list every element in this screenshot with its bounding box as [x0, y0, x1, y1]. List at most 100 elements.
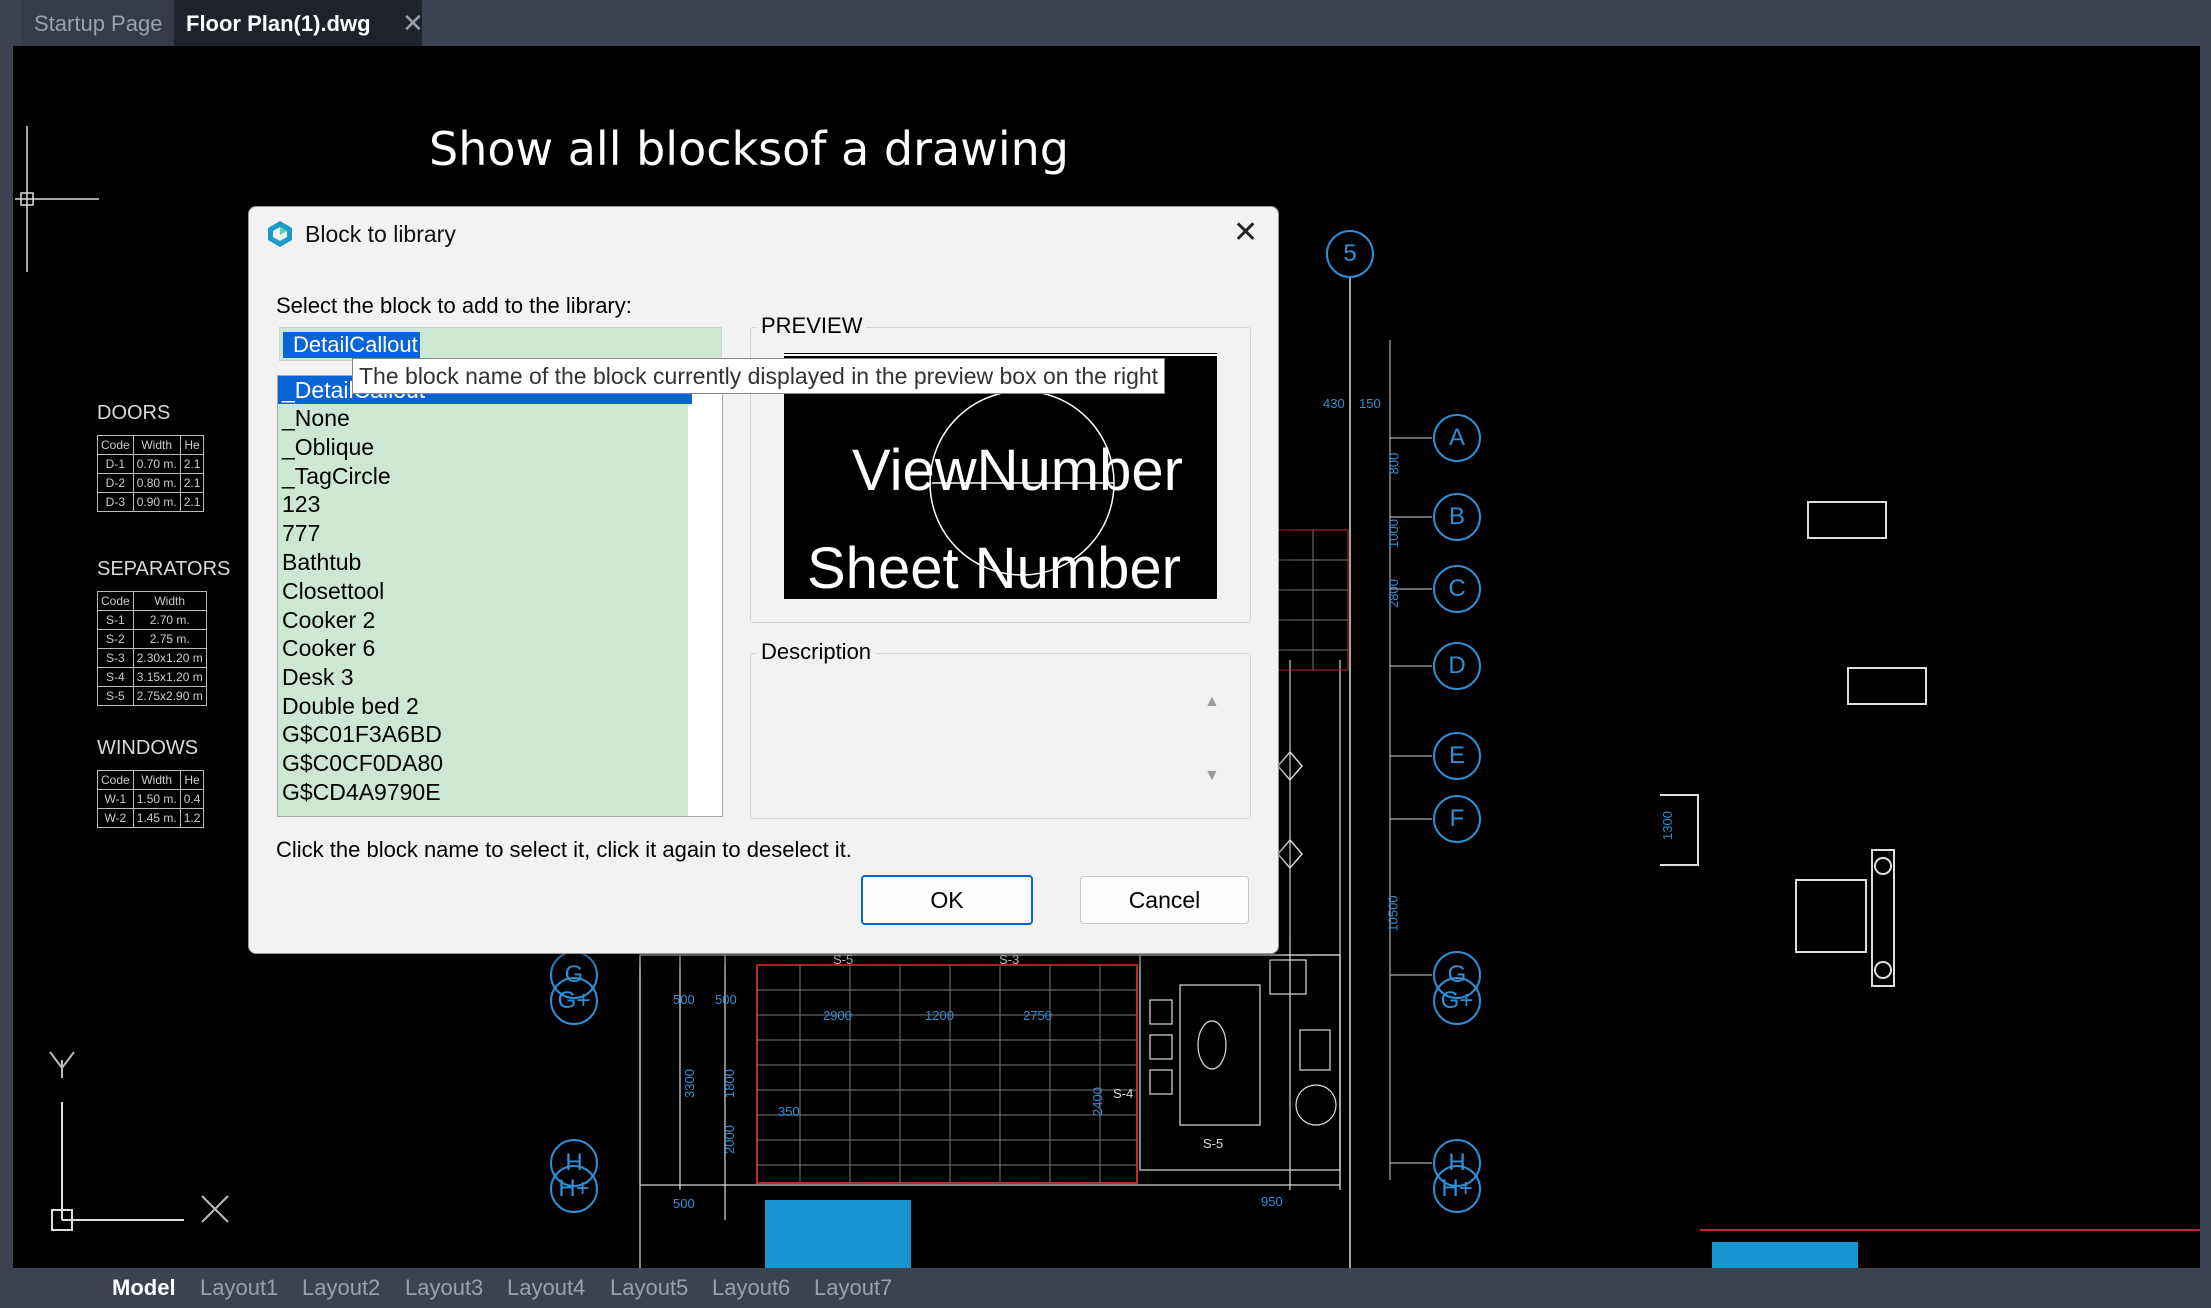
list-item[interactable]: _Oblique [282, 433, 682, 461]
table-cell: 0.90 m. [132, 492, 181, 512]
table-cell: Width [132, 435, 181, 455]
table-cell: W-2 [97, 808, 134, 828]
table-cell: 0.80 m. [132, 473, 181, 493]
tab-layout4[interactable]: Layout4 [507, 1268, 585, 1308]
table-row: Code Width [97, 591, 207, 611]
table-row: D-2 0.80 m. 2.1 [97, 473, 205, 493]
grid-bubble-5: 5 [1326, 230, 1374, 278]
list-item[interactable]: Bathtub [282, 548, 682, 576]
table-cell: D-3 [97, 492, 134, 512]
list-item[interactable]: Cooker 6 [282, 634, 682, 662]
close-tab-icon[interactable]: ✕ [402, 8, 424, 39]
table-cell: S-5 [97, 686, 134, 706]
list-item[interactable]: _None [282, 404, 682, 432]
list-item[interactable]: G$C0CF0DA80 [282, 749, 682, 777]
ok-button[interactable]: OK [861, 875, 1033, 925]
grid-bubble-e: E [1433, 732, 1481, 780]
table-cell: D-1 [97, 454, 134, 474]
doors-table: Code Width He D-1 0.70 m. 2.1 D-2 0.80 m. 2.1 … [97, 435, 205, 512]
windows-title: WINDOWS [97, 737, 199, 759]
table-cell: 2.75 m. [132, 629, 207, 649]
tab-layout3[interactable]: Layout3 [405, 1268, 483, 1308]
grid-bubble-b: B [1433, 493, 1481, 541]
scroll-up-icon[interactable]: ▲ [1204, 693, 1220, 711]
dimension-label: 2400 [1089, 1087, 1105, 1116]
grid-bubble-c: C [1433, 565, 1481, 613]
dimension-label: 2750 [1023, 1008, 1052, 1023]
list-item[interactable]: G$CD4A9790E [282, 778, 682, 806]
tab-layout5[interactable]: Layout5 [610, 1268, 688, 1308]
tab-layout1[interactable]: Layout1 [200, 1268, 278, 1308]
table-cell: 2.1 [179, 454, 205, 474]
tab-floor-plan[interactable]: Floor Plan(1).dwg [174, 0, 422, 46]
list-item[interactable]: Closettool [282, 577, 682, 605]
block-to-library-dialog: Block to library ✕ Select the block to a… [248, 206, 1279, 954]
dimension-label: S-5 [1203, 1136, 1224, 1151]
dialog-title: Block to library [305, 221, 456, 247]
block-name-value: DetailCallout [283, 332, 420, 358]
table-cell: Code [97, 435, 134, 455]
dimension-label: 150 [1359, 396, 1381, 411]
grid-bubble-a: A [1433, 414, 1481, 462]
table-cell: Code [97, 770, 134, 790]
list-item[interactable]: Desk 3 [282, 663, 682, 691]
table-cell: 2.1 [179, 492, 205, 512]
dimension-label: 1300 [1659, 811, 1675, 840]
grid-bubble-d: D [1433, 642, 1481, 690]
table-cell: He [179, 770, 205, 790]
table-row: S-2 2.75 m. [97, 629, 207, 649]
doors-title: DOORS [97, 402, 171, 424]
ucs-y-label: Y [60, 1046, 61, 1047]
dimension-label: 2000 [721, 1125, 737, 1154]
tab-model[interactable]: Model [112, 1268, 176, 1308]
close-icon[interactable]: ✕ [1233, 215, 1258, 250]
ucs-x-label: X [210, 1190, 211, 1191]
table-cell: Width [132, 770, 181, 790]
tab-layout7[interactable]: Layout7 [814, 1268, 892, 1308]
tab-layout2[interactable]: Layout2 [302, 1268, 380, 1308]
grid-bubble-h-plus-left: H+ [550, 1165, 598, 1213]
table-cell: 2.70 m. [132, 610, 207, 630]
table-cell: S-2 [97, 629, 134, 649]
preview-view-number: ViewNumber [852, 438, 1183, 503]
block-list[interactable]: _DetailCallout _None _Oblique _TagCircle… [277, 375, 723, 817]
cancel-button[interactable]: Cancel [1080, 876, 1249, 924]
table-row: Code Width He [97, 770, 205, 790]
tab-startup-page[interactable]: Startup Page [22, 0, 193, 46]
list-item[interactable]: 777 [282, 519, 682, 547]
table-cell: He [179, 435, 205, 455]
dimension-label: 500 [715, 992, 737, 1007]
dimension-label: 500 [673, 992, 695, 1007]
tab-layout6[interactable]: Layout6 [712, 1268, 790, 1308]
list-item[interactable]: _TagCircle [282, 462, 682, 490]
preview-label: PREVIEW [757, 313, 867, 339]
scroll-down-icon[interactable]: ▼ [1204, 767, 1220, 785]
table-cell: 0.70 m. [132, 454, 181, 474]
list-item[interactable]: Double bed 2 [282, 692, 682, 720]
table-cell: 1.45 m. [132, 808, 181, 828]
dimension-label: S-4 [1113, 1086, 1134, 1101]
list-item[interactable]: 123 [282, 490, 682, 518]
grid-bubble-g-plus-left: G+ [550, 977, 598, 1025]
grid-bubble-f: F [1433, 795, 1481, 843]
selection-hint: Click the block name to select it, click… [276, 837, 852, 862]
block-name-field[interactable]: DetailCallout [279, 327, 722, 361]
list-item[interactable]: G$C01F3A6BD [282, 720, 682, 748]
table-row: W-1 1.50 m. 0.4 [97, 789, 205, 809]
table-cell: Width [132, 591, 207, 611]
table-row: W-2 1.45 m. 1.2 [97, 808, 205, 828]
table-row: S-5 2.75x2.90 m [97, 686, 207, 706]
dimension-label: 800 [1386, 452, 1402, 475]
table-cell: 2.30x1.20 m [132, 648, 207, 668]
table-cell: D-2 [97, 473, 134, 493]
block-list-items: _DetailCallout _None _Oblique _TagCircle… [278, 376, 692, 816]
overlay-headline: Show all blocksof a drawing [429, 122, 1069, 176]
separators-title: SEPARATORS [97, 558, 231, 580]
grid-bubble-g-plus: G+ [1433, 977, 1481, 1025]
dimension-label: 3300 [681, 1069, 697, 1098]
description-label: Description [757, 639, 876, 665]
separators-table: Code Width S-1 2.70 m. S-2 2.75 m. S-3 2.30x… [97, 591, 207, 706]
dimension-label: 1200 [925, 1008, 954, 1023]
document-tab-bar: Startup Page Floor Plan(1).dwg ✕ [0, 0, 2211, 46]
list-item[interactable]: Cooker 2 [282, 606, 682, 634]
